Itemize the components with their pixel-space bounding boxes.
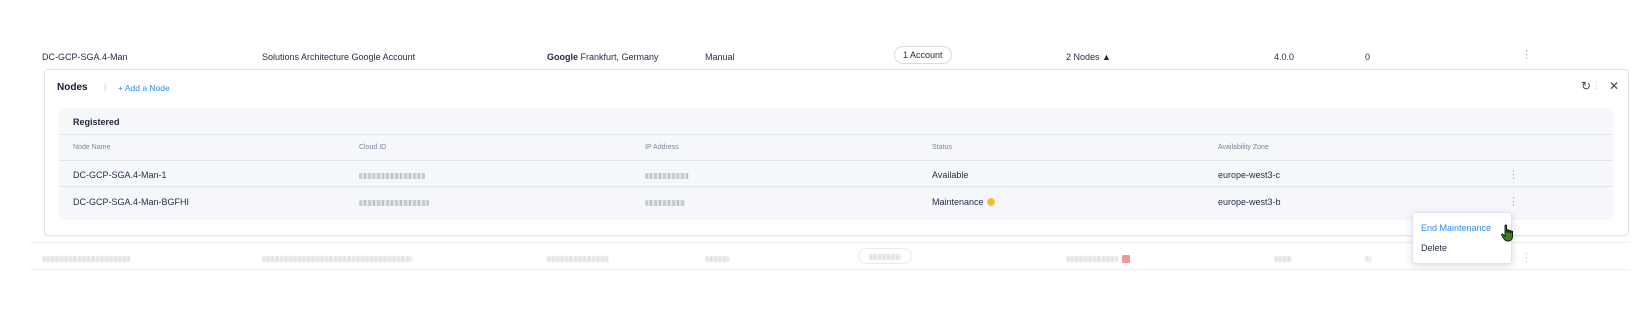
cluster-name: DC-GCP-SGA.4-Man xyxy=(42,52,128,62)
status-label: Maintenance xyxy=(932,197,984,207)
end-maintenance-menu-item[interactable]: End Maintenance xyxy=(1421,223,1491,233)
row-more-icon[interactable]: ⋮ xyxy=(1508,170,1519,181)
node-status: Available xyxy=(932,170,969,180)
nodes-toggle[interactable]: 2 Nodes ▲ xyxy=(1066,52,1111,62)
cloud-id-redacted xyxy=(359,170,425,180)
divider xyxy=(59,186,1613,187)
redacted-text xyxy=(1274,253,1292,263)
redacted-badge xyxy=(858,248,912,264)
cluster-type: Manual xyxy=(705,52,735,62)
redacted-text xyxy=(1365,253,1371,263)
nodes-panel: Nodes | + Add a Node ↻ ⋮ ✕ Registered No… xyxy=(44,69,1629,236)
availability-zone: europe-west3-c xyxy=(1218,170,1281,180)
redacted-text xyxy=(547,253,609,263)
column-header: Availability Zone xyxy=(1218,144,1269,151)
section-heading: Registered xyxy=(73,117,120,127)
redacted-text xyxy=(262,253,412,263)
divider xyxy=(30,269,1630,270)
cluster-count: 0 xyxy=(1365,52,1371,62)
delete-menu-item[interactable]: Delete xyxy=(1421,243,1447,253)
divider-icon: ⋮ xyxy=(1592,80,1601,90)
node-status: Maintenance xyxy=(932,197,995,207)
refresh-icon[interactable]: ↻ xyxy=(1581,79,1591,93)
cluster-account: Solutions Architecture Google Account xyxy=(262,52,416,62)
hand-cursor-icon xyxy=(1501,224,1514,242)
node-name: DC-GCP-SGA.4-Man-1 xyxy=(73,170,167,180)
provider-label: Google xyxy=(547,52,578,62)
ip-address-redacted xyxy=(645,197,685,207)
row-more-icon[interactable]: ⋮ xyxy=(1521,253,1532,264)
alert-icon xyxy=(1122,254,1130,263)
node-actions-menu: End Maintenance Delete xyxy=(1412,212,1512,264)
divider xyxy=(30,242,1630,243)
cluster-version: 4.0.0 xyxy=(1274,52,1295,62)
caret-up-icon: ▲ xyxy=(1102,52,1111,62)
divider xyxy=(59,134,1613,135)
column-header: IP Address xyxy=(645,144,679,151)
accounts-badge[interactable]: 1 Account xyxy=(894,46,952,64)
column-header: Node Name xyxy=(73,144,111,151)
node-name: DC-GCP-SGA.4-Man-BGFHI xyxy=(73,197,190,207)
redacted-text xyxy=(1066,253,1130,263)
column-header: Status xyxy=(932,144,952,151)
cloud-id-redacted xyxy=(359,197,429,207)
row-more-icon[interactable]: ⋮ xyxy=(1508,197,1519,208)
warning-icon xyxy=(986,198,995,206)
panel-title: Nodes xyxy=(57,82,88,93)
cluster-location: Google Frankfurt, Germany xyxy=(547,52,659,62)
column-header: Cloud ID xyxy=(359,144,387,151)
registered-nodes-table: Registered Node Name Cloud ID IP Address… xyxy=(59,108,1613,220)
redacted-text xyxy=(705,253,729,263)
availability-zone: europe-west3-b xyxy=(1218,197,1281,207)
add-node-link[interactable]: + Add a Node xyxy=(118,83,170,93)
row-more-icon[interactable]: ⋮ xyxy=(1521,50,1532,61)
panel-separator: | xyxy=(104,82,107,92)
nodes-toggle-label: 2 Nodes xyxy=(1066,52,1100,62)
ip-address-redacted xyxy=(645,170,689,180)
divider xyxy=(59,160,1613,161)
close-icon[interactable]: ✕ xyxy=(1609,79,1619,93)
redacted-text xyxy=(42,253,130,263)
region-label: Frankfurt, Germany xyxy=(580,52,659,62)
